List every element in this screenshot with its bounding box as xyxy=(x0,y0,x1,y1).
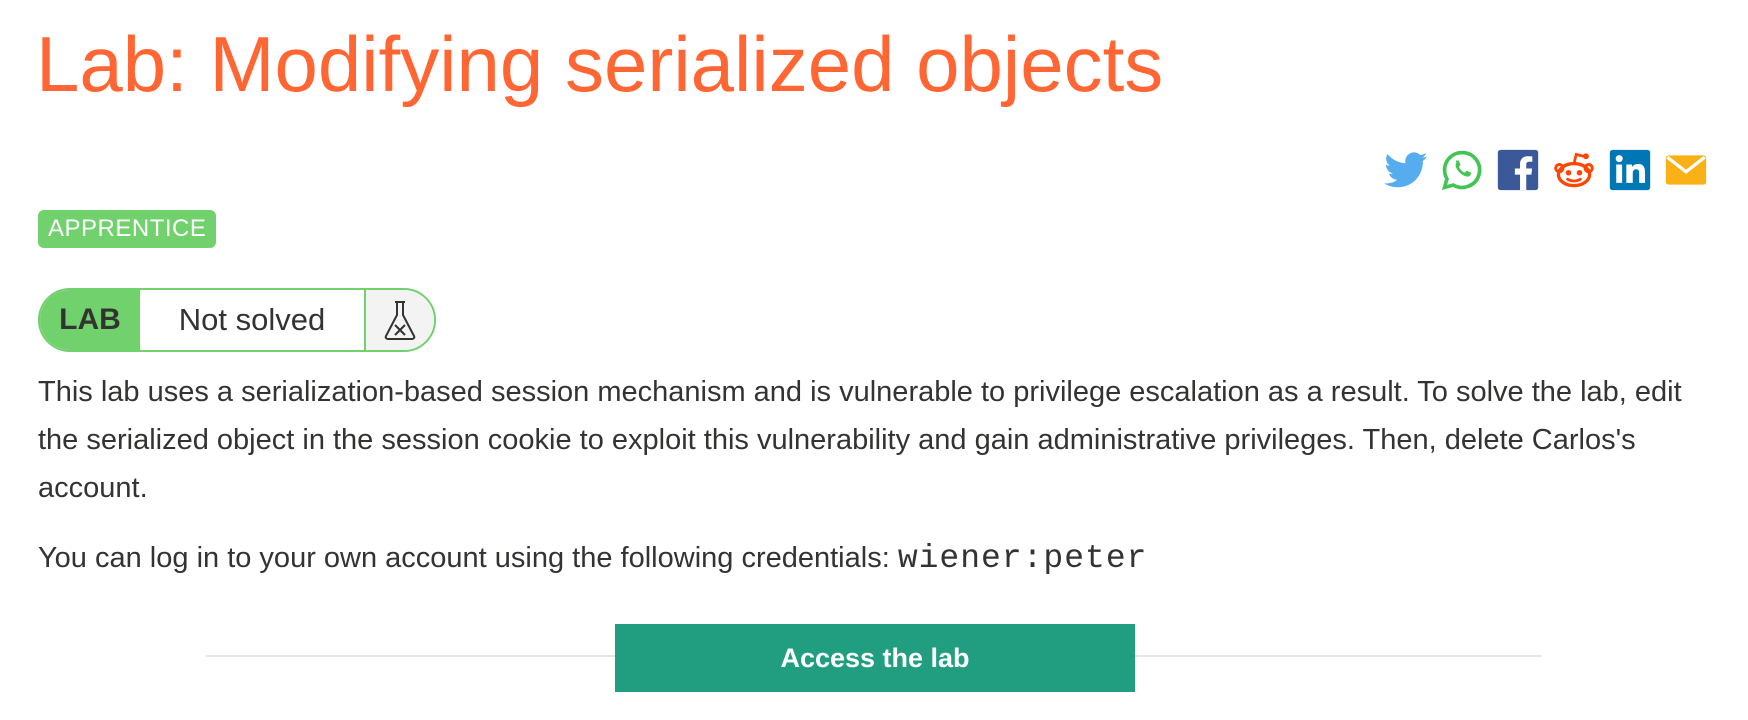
lab-status-text: Not solved xyxy=(140,290,366,350)
page-title: Lab: Modifying serialized objects xyxy=(36,20,1164,108)
access-lab-button[interactable]: Access the lab xyxy=(615,624,1135,692)
email-icon xyxy=(1665,155,1707,185)
credentials-prefix: You can log in to your own account using… xyxy=(38,542,898,574)
linkedin-icon xyxy=(1609,149,1651,191)
twitter-icon xyxy=(1384,152,1428,188)
whatsapp-share-link[interactable] xyxy=(1440,148,1484,192)
credentials-line: You can log in to your own account using… xyxy=(38,534,1147,583)
facebook-share-link[interactable] xyxy=(1496,148,1540,192)
share-bar xyxy=(1384,148,1708,192)
facebook-icon xyxy=(1497,149,1539,191)
linkedin-share-link[interactable] xyxy=(1608,148,1652,192)
reddit-icon xyxy=(1554,152,1594,188)
flask-not-solved-icon xyxy=(366,290,434,350)
lab-description: This lab uses a serialization-based sess… xyxy=(38,376,1682,504)
reddit-share-link[interactable] xyxy=(1552,148,1596,192)
email-share-link[interactable] xyxy=(1664,148,1708,192)
lab-page: Lab: Modifying serialized objects APPREN… xyxy=(0,0,1748,720)
lab-status-widget: LAB Not solved xyxy=(38,288,436,352)
difficulty-badge: APPRENTICE xyxy=(38,210,217,248)
credentials-value: wiener:peter xyxy=(897,540,1148,577)
lab-tag: LAB xyxy=(40,290,140,350)
twitter-share-link[interactable] xyxy=(1384,148,1428,192)
whatsapp-icon xyxy=(1441,150,1482,191)
